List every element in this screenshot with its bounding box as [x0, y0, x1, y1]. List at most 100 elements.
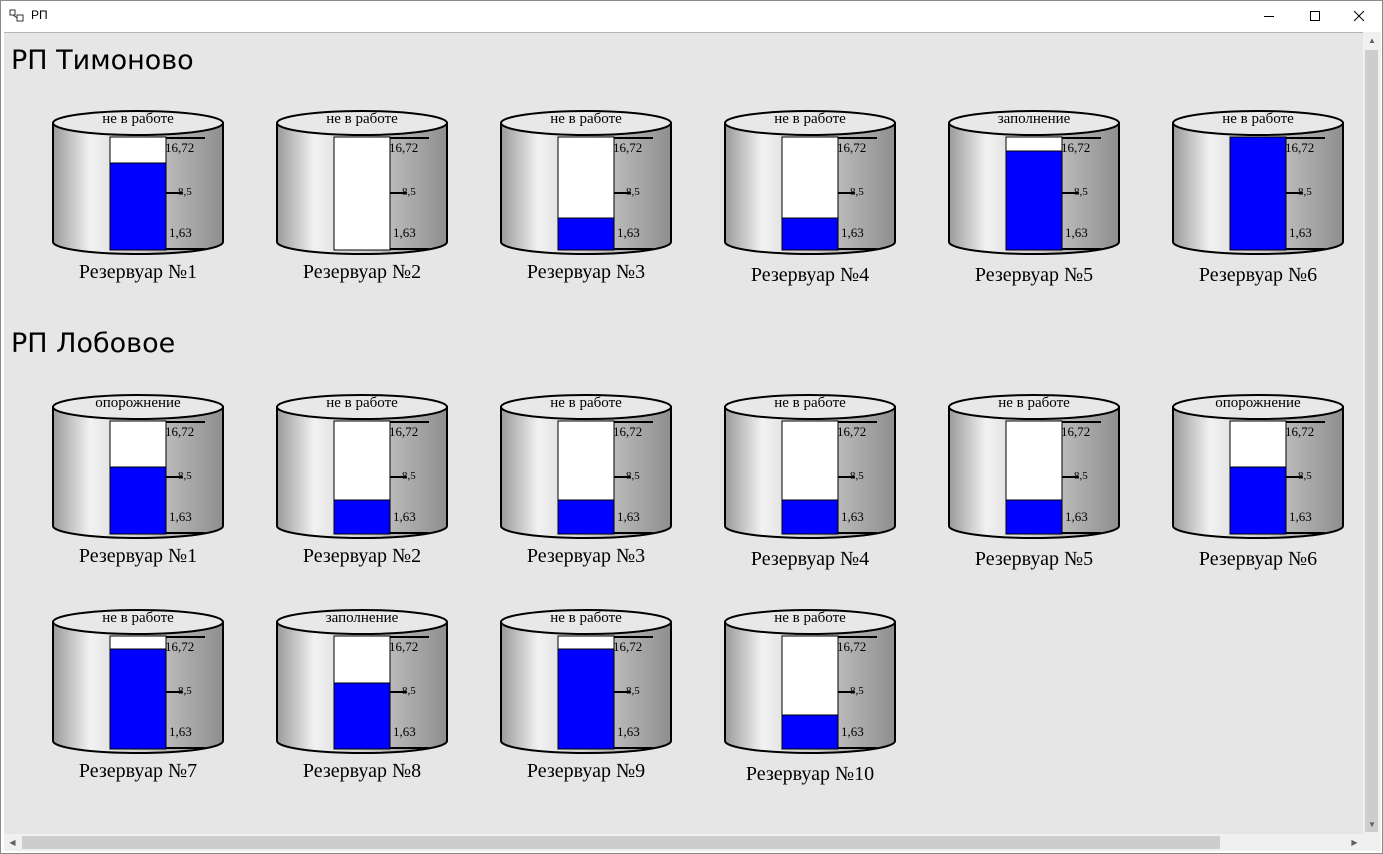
- scale-min-label: 1,63: [169, 225, 192, 240]
- level-fill: [1005, 150, 1063, 251]
- title-bar: РП: [1, 1, 1382, 31]
- scale-max-label: 16,72: [613, 140, 643, 155]
- level-fill: [333, 499, 391, 535]
- scale-max-label: 16,72: [1061, 140, 1091, 155]
- scrollbar-corner: [1363, 834, 1381, 851]
- tank-widget[interactable]: не в работе 16,72 8,5 1,63 Резервуар №7: [52, 608, 224, 788]
- scroll-up-icon[interactable]: ▲: [1363, 32, 1381, 49]
- scale-max-label: 16,72: [389, 639, 419, 654]
- tank-widget[interactable]: заполнение 16,72 8,5 1,63 Резервуар №8: [276, 608, 448, 788]
- tank-label: Резервуар №8: [302, 760, 422, 782]
- tank-label: Резервуар №1: [78, 545, 198, 567]
- scale-max-label: 16,72: [837, 140, 867, 155]
- scale-mid-label: 8,5: [850, 186, 864, 198]
- tank-widget[interactable]: не в работе 16,72 8,5 1,63 Резервуар №2: [276, 109, 448, 289]
- tank-widget[interactable]: не в работе 16,72 8,5 1,63 Резервуар №1: [52, 109, 224, 289]
- tank-widget[interactable]: не в работе 16,72 8,5 1,63 Резервуар №5: [948, 393, 1120, 573]
- tank-graphic: [52, 110, 224, 255]
- tank-widget[interactable]: опорожнение 16,72 8,5 1,63 Резервуар №1: [52, 393, 224, 573]
- scale-min-label: 1,63: [1289, 509, 1312, 524]
- tank-status: не в работе: [102, 111, 174, 127]
- tank-graphic: [1172, 394, 1344, 539]
- tank-graphic: [500, 609, 672, 754]
- close-button[interactable]: [1336, 1, 1382, 31]
- tank-widget[interactable]: не в работе 16,72 8,5 1,63 Резервуар №10: [724, 608, 896, 788]
- tank-label: Резервуар №6: [1198, 264, 1318, 286]
- tank-status: не в работе: [774, 111, 846, 127]
- tank-graphic: [52, 394, 224, 539]
- scroll-right-icon[interactable]: ▶: [1346, 834, 1363, 851]
- tank-widget[interactable]: не в работе 16,72 8,5 1,63 Резервуар №4: [724, 109, 896, 289]
- scale-mid-label: 8,5: [626, 186, 640, 198]
- scroll-down-icon[interactable]: ▼: [1363, 816, 1381, 833]
- scale-min-label: 1,63: [841, 509, 864, 524]
- vertical-scrollbar[interactable]: ▲ ▼: [1363, 32, 1381, 834]
- tank-widget[interactable]: не в работе 16,72 8,5 1,63 Резервуар №3: [500, 393, 672, 573]
- level-gauge: [333, 136, 391, 251]
- tank-graphic: [948, 394, 1120, 539]
- level-fill: [781, 499, 839, 535]
- tank-status: не в работе: [550, 111, 622, 127]
- tank-label: Резервуар №9: [526, 760, 646, 782]
- level-fill: [557, 217, 615, 251]
- tank-graphic: [500, 110, 672, 255]
- tank-status: не в работе: [774, 395, 846, 411]
- tank-status: заполнение: [997, 111, 1071, 127]
- scale-mid-label: 8,5: [1298, 470, 1312, 482]
- tank-widget[interactable]: опорожнение 16,72 8,5 1,63 Резервуар №6: [1172, 393, 1344, 573]
- tank-graphic: [724, 110, 896, 255]
- scale-max-label: 16,72: [165, 140, 195, 155]
- scale-mid-label: 8,5: [1074, 470, 1088, 482]
- tank-widget[interactable]: не в работе 16,72 8,5 1,63 Резервуар №6: [1172, 109, 1344, 289]
- scale-mid-label: 8,5: [178, 685, 192, 697]
- maximize-icon: [1310, 11, 1320, 21]
- scale-mid-label: 8,5: [1298, 186, 1312, 198]
- scale-mid-label: 8,5: [178, 186, 192, 198]
- maximize-button[interactable]: [1292, 1, 1338, 31]
- tank-status: не в работе: [550, 395, 622, 411]
- scale-max-label: 16,72: [1061, 424, 1091, 439]
- level-fill: [1005, 499, 1063, 535]
- scale-min-label: 1,63: [1289, 225, 1312, 240]
- tank-widget[interactable]: не в работе 16,72 8,5 1,63 Резервуар №3: [500, 109, 672, 289]
- scale-min-label: 1,63: [393, 509, 416, 524]
- tank-status: не в работе: [326, 111, 398, 127]
- tank-status: не в работе: [550, 610, 622, 626]
- tank-status: не в работе: [774, 610, 846, 626]
- tank-label: Резервуар №4: [750, 264, 870, 286]
- tank-widget[interactable]: не в работе 16,72 8,5 1,63 Резервуар №9: [500, 608, 672, 788]
- level-fill: [557, 648, 615, 750]
- window-title: РП: [31, 8, 48, 22]
- scale-mid-label: 8,5: [626, 470, 640, 482]
- level-fill: [109, 648, 167, 750]
- horizontal-scroll-thumb[interactable]: [22, 836, 1220, 849]
- tank-widget[interactable]: заполнение 16,72 8,5 1,63 Резервуар №5: [948, 109, 1120, 289]
- tank-widget[interactable]: не в работе 16,72 8,5 1,63 Резервуар №2: [276, 393, 448, 573]
- tank-graphic: [1172, 110, 1344, 255]
- tank-widget[interactable]: не в работе 16,72 8,5 1,63 Резервуар №4: [724, 393, 896, 573]
- level-fill: [781, 714, 839, 750]
- tank-label: Резервуар №6: [1198, 548, 1318, 570]
- level-fill: [109, 162, 167, 251]
- scale-max-label: 16,72: [837, 424, 867, 439]
- scale-max-label: 16,72: [613, 639, 643, 654]
- tank-label: Резервуар №7: [78, 760, 198, 782]
- vertical-scroll-thumb[interactable]: [1365, 50, 1378, 832]
- scroll-left-icon[interactable]: ◀: [4, 834, 21, 851]
- scale-mid-label: 8,5: [402, 685, 416, 697]
- minimize-button[interactable]: [1246, 1, 1292, 31]
- horizontal-scrollbar[interactable]: ◀ ▶: [4, 834, 1363, 851]
- scale-min-label: 1,63: [841, 225, 864, 240]
- tank-status: не в работе: [102, 610, 174, 626]
- app-icon: [9, 9, 24, 22]
- tank-label: Резервуар №3: [526, 545, 646, 567]
- tank-graphic: [52, 609, 224, 754]
- scale-max-label: 16,72: [1285, 424, 1315, 439]
- tank-graphic: [276, 394, 448, 539]
- station-title-timonovo: РП Тимоново: [11, 45, 194, 76]
- tank-label: Резервуар №5: [974, 264, 1094, 286]
- scale-min-label: 1,63: [169, 724, 192, 739]
- level-fill: [109, 466, 167, 535]
- minimize-icon: [1264, 16, 1274, 17]
- scale-max-label: 16,72: [389, 424, 419, 439]
